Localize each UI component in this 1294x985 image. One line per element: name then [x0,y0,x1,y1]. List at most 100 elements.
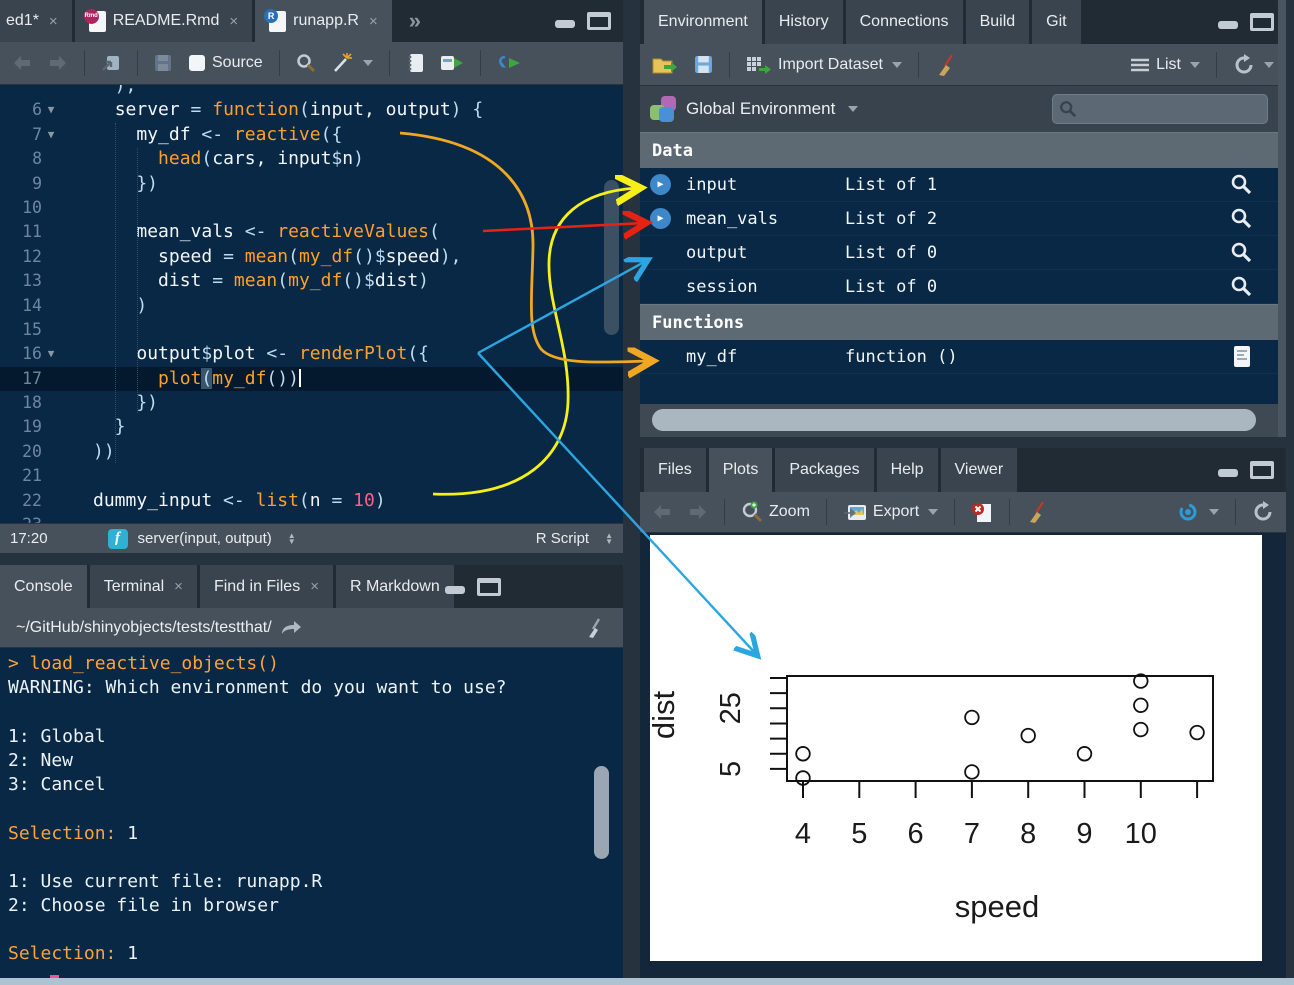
goto-directory-icon[interactable] [280,620,302,636]
tab-ed1[interactable]: ed1* × [0,0,72,42]
minimize-icon[interactable] [1216,13,1240,31]
function-scope-selector[interactable]: server(input, output) [138,530,272,547]
minimize-icon[interactable] [1216,461,1240,479]
fold-arrow-icon[interactable]: ▼ [42,98,60,122]
env-row-mean_vals[interactable]: ▶mean_valsList of 2 [640,202,1278,236]
line-number: 21 [0,464,42,488]
maximize-icon[interactable] [477,578,501,596]
expand-icon[interactable]: ▶ [650,174,671,195]
forward-icon[interactable] [44,53,72,73]
tab-r-markdown[interactable]: R Markdown [336,565,454,608]
scope-spinner-icon[interactable]: ▲▼ [288,533,296,545]
text-segment: WARNING: Which environment do you want t… [8,677,507,698]
view-source-script-icon[interactable] [1232,345,1252,374]
fold-arrow-icon[interactable]: ▼ [42,342,60,366]
close-icon[interactable]: × [310,578,319,595]
environment-pane: Environment History Connections Build Gi… [640,0,1286,437]
console-scrollbar-thumb[interactable] [594,766,609,859]
env-row-my_df[interactable]: my_dffunction () [640,340,1278,374]
import-dataset-button[interactable]: Import Dataset [742,54,906,76]
console-output[interactable]: 1: 14.2 2: 8.5 3: 4.0 4: 2.3> load_react… [0,648,623,985]
tab-viewer[interactable]: Viewer [941,448,1018,492]
back-icon[interactable] [8,53,36,73]
text-segment: mean [245,246,288,267]
zoom-plot-button[interactable]: Zoom [737,499,814,525]
environment-search-box[interactable] [1052,94,1268,124]
editor-scrollbar-thumb[interactable] [604,180,619,335]
plots-tab-bar: Files Plots Packages Help Viewer [640,448,1286,492]
previous-plot-icon[interactable] [648,502,676,522]
refresh-plot-icon[interactable] [1248,499,1278,525]
save-workspace-icon[interactable] [690,53,717,76]
env-row-session[interactable]: sessionList of 0 [640,270,1278,304]
inspect-magnifier-icon[interactable] [1230,173,1252,200]
close-icon[interactable]: × [229,13,238,30]
tab-terminal[interactable]: Terminal× [90,565,197,608]
tab-files[interactable]: Files [644,448,706,492]
tab-plots[interactable]: Plots [709,448,773,492]
close-icon[interactable]: × [369,13,378,30]
load-workspace-folder-icon[interactable] [648,53,682,77]
x-tick-label: 6 [908,818,924,850]
maximize-icon[interactable] [587,12,611,30]
compile-notebook-icon[interactable] [402,51,428,75]
x-tick-label: 10 [1125,818,1157,850]
maximize-icon[interactable] [1250,461,1274,479]
text-segment: <- [266,343,299,364]
save-icon[interactable] [150,52,176,74]
minimize-icon[interactable] [553,12,577,30]
fold-arrow-icon[interactable]: ▼ [42,123,60,147]
tab-history[interactable]: History [765,0,843,44]
inspect-magnifier-icon[interactable] [1230,275,1252,302]
environment-scope-selector[interactable]: Global Environment [686,99,835,119]
search-icon[interactable] [292,51,320,75]
scatter-plot: 45678910525speeddist [650,535,1262,961]
tab-console[interactable]: Console [0,565,87,608]
file-type-spinner-icon[interactable]: ▲▼ [605,533,613,545]
inspect-magnifier-icon[interactable] [1230,241,1252,268]
tab-help[interactable]: Help [877,448,938,492]
close-icon[interactable]: × [174,578,183,595]
env-row-output[interactable]: outputList of 0 [640,236,1278,270]
clear-environment-broom-icon[interactable] [931,51,963,79]
tab-runapp-r[interactable]: R runapp.R × [255,0,392,42]
tab-readme-rmd[interactable]: Rmd README.Rmd × [75,0,252,42]
tab-build[interactable]: Build [966,0,1030,44]
tab-git[interactable]: Git [1032,0,1080,44]
run-icon[interactable] [436,52,468,74]
remove-plot-icon[interactable] [967,499,997,525]
export-plot-button[interactable]: Export [839,500,942,524]
horizontal-scrollbar-thumb[interactable] [652,409,1256,431]
source-button[interactable]: Source [184,52,267,74]
object-name: output [686,243,747,263]
text-segment: reactive [234,124,321,145]
file-type-selector[interactable]: R Script [536,530,589,547]
inspect-magnifier-icon[interactable] [1230,207,1252,234]
object-name: input [686,175,737,195]
text-segment: 1: Use current file: runapp.R [8,871,322,892]
tab-packages[interactable]: Packages [775,448,873,492]
code-tools-wand-icon[interactable] [328,51,377,75]
list-view-button[interactable]: List [1126,54,1204,76]
publish-icon[interactable] [1172,500,1223,524]
minimize-icon[interactable] [443,578,467,596]
tab-environment[interactable]: Environment [644,0,762,44]
refresh-icon[interactable] [1229,52,1278,78]
close-icon[interactable]: × [49,13,58,30]
environment-scrollbar-track[interactable] [1278,0,1286,437]
code-editor[interactable]: ),6▼ server = function(input, output) {7… [0,85,623,523]
open-in-new-window-icon[interactable] [97,52,125,74]
line-number: 10 [0,196,42,220]
search-input[interactable] [1077,101,1247,118]
tab-overflow-icon[interactable]: » [395,0,435,42]
next-plot-icon[interactable] [684,502,712,522]
expand-icon[interactable]: ▶ [650,208,671,229]
maximize-icon[interactable] [1250,13,1274,31]
tab-find-in-files[interactable]: Find in Files× [200,565,333,608]
env-row-input[interactable]: ▶inputList of 1 [640,168,1278,202]
tab-connections[interactable]: Connections [846,0,963,44]
clear-plots-broom-icon[interactable] [1022,498,1054,526]
rerun-source-icon[interactable] [493,52,527,74]
text-segment: n [310,490,332,511]
clear-console-broom-icon[interactable] [585,617,607,639]
